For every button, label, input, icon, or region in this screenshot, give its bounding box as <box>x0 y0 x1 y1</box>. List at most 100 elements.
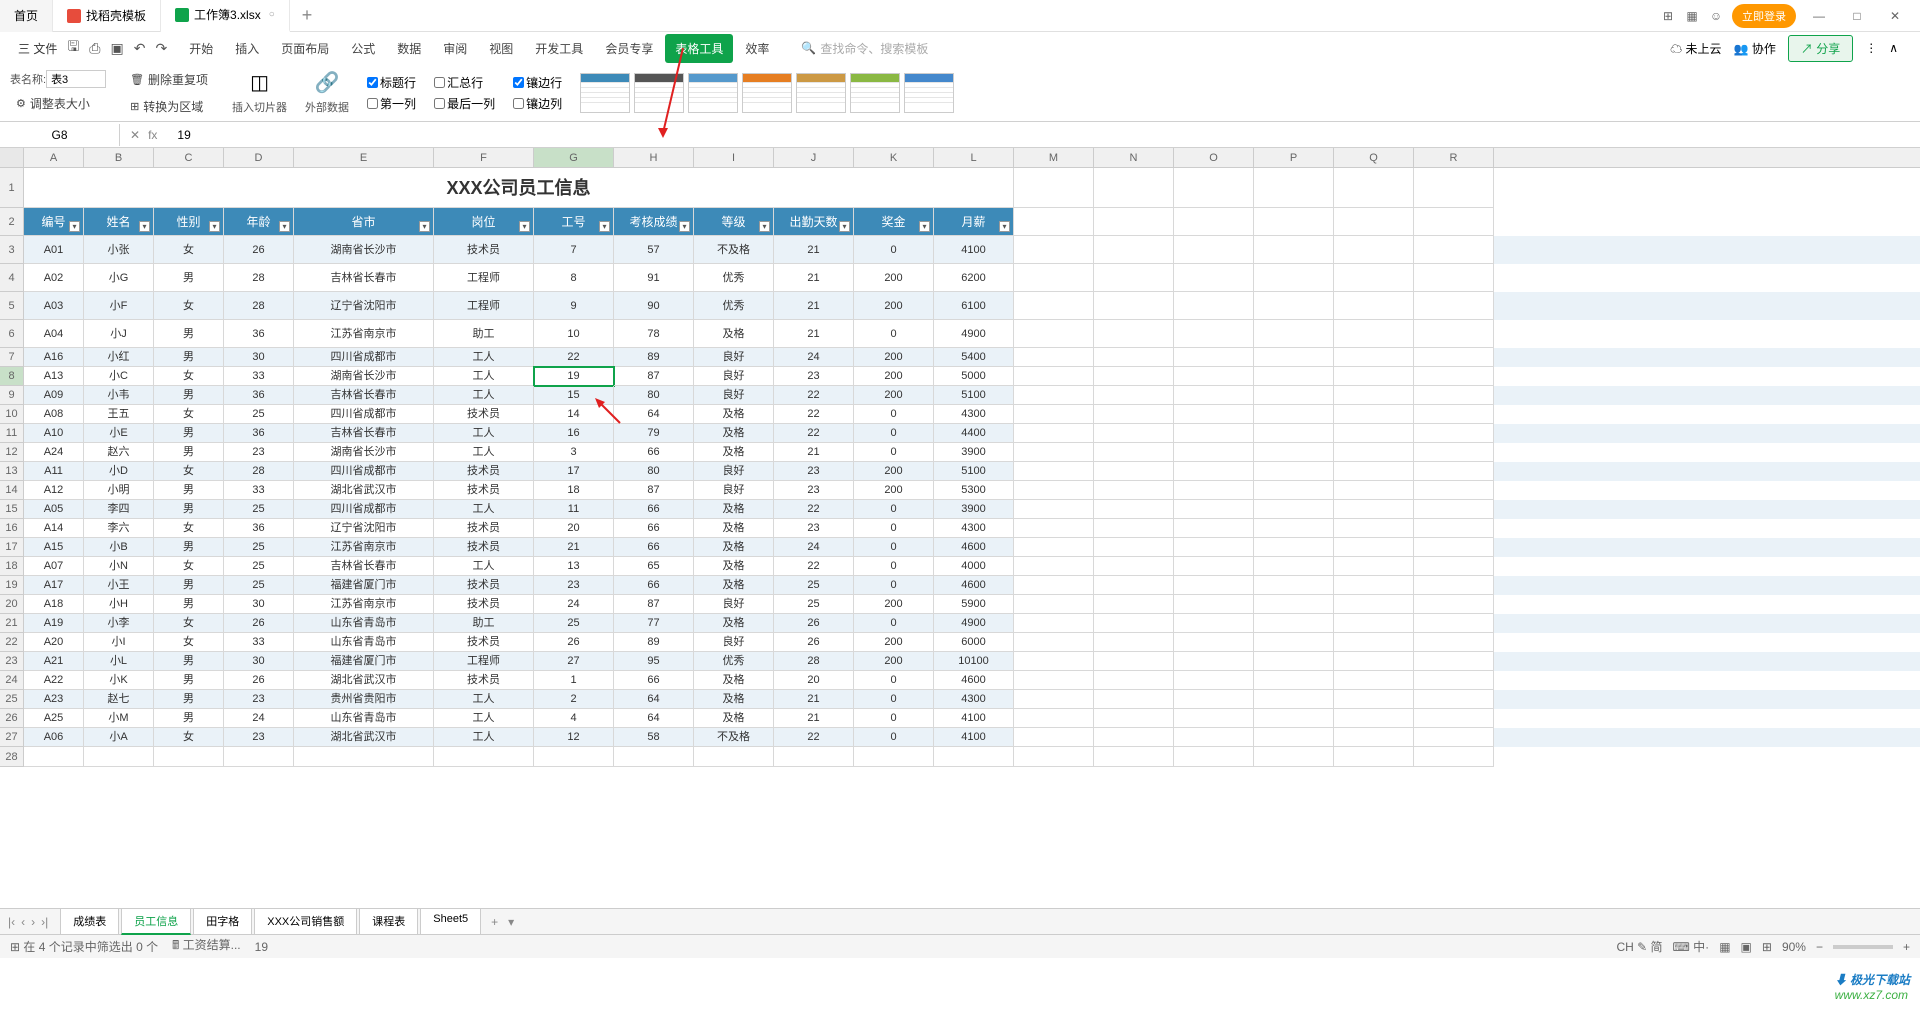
cell[interactable] <box>1334 424 1414 443</box>
th-2[interactable]: 性别▾ <box>154 208 224 236</box>
row-header-19[interactable]: 19 <box>0 576 24 595</box>
cell-14-11[interactable]: 5300 <box>934 481 1014 500</box>
cell-26-7[interactable]: 64 <box>614 709 694 728</box>
cell-22-3[interactable]: 33 <box>224 633 294 652</box>
row-header-27[interactable]: 27 <box>0 728 24 747</box>
filter-icon[interactable]: ▾ <box>599 221 610 232</box>
cell-5-10[interactable]: 200 <box>854 292 934 320</box>
table-name-input[interactable] <box>46 70 106 88</box>
cell-20-8[interactable]: 良好 <box>694 595 774 614</box>
cell-22-11[interactable]: 6000 <box>934 633 1014 652</box>
sheet-tab-0[interactable]: 成绩表 <box>60 908 119 935</box>
cell-20-10[interactable]: 200 <box>854 595 934 614</box>
cell[interactable] <box>1334 519 1414 538</box>
cell-16-5[interactable]: 技术员 <box>434 519 534 538</box>
cell-10-5[interactable]: 技术员 <box>434 405 534 424</box>
cell-5-5[interactable]: 工程师 <box>434 292 534 320</box>
cell[interactable] <box>154 747 224 767</box>
row-header-17[interactable]: 17 <box>0 538 24 557</box>
cell[interactable] <box>1414 671 1494 690</box>
cell-11-10[interactable]: 0 <box>854 424 934 443</box>
cell-27-10[interactable]: 0 <box>854 728 934 747</box>
cell-23-0[interactable]: A21 <box>24 652 84 671</box>
input-mode-icon[interactable]: ⌨ 中· <box>1673 938 1710 955</box>
cell[interactable] <box>1014 443 1094 462</box>
cell-4-10[interactable]: 200 <box>854 264 934 292</box>
cell-24-9[interactable]: 20 <box>774 671 854 690</box>
cell[interactable] <box>1174 690 1254 709</box>
cell-22-4[interactable]: 山东省青岛市 <box>294 633 434 652</box>
th-3[interactable]: 年龄▾ <box>224 208 294 236</box>
cell-21-3[interactable]: 26 <box>224 614 294 633</box>
cell[interactable] <box>1254 236 1334 264</box>
cell-9-3[interactable]: 36 <box>224 386 294 405</box>
cell[interactable] <box>1014 208 1094 236</box>
cell[interactable] <box>1174 236 1254 264</box>
cell[interactable] <box>1414 320 1494 348</box>
cell[interactable] <box>1254 443 1334 462</box>
cell[interactable] <box>1414 462 1494 481</box>
cell[interactable] <box>1414 519 1494 538</box>
cell[interactable] <box>1174 652 1254 671</box>
cell-7-0[interactable]: A16 <box>24 348 84 367</box>
cell-17-3[interactable]: 25 <box>224 538 294 557</box>
cell-25-9[interactable]: 21 <box>774 690 854 709</box>
row-header-9[interactable]: 9 <box>0 386 24 405</box>
cell-17-7[interactable]: 66 <box>614 538 694 557</box>
cell-9-11[interactable]: 5100 <box>934 386 1014 405</box>
cell-19-3[interactable]: 25 <box>224 576 294 595</box>
cell[interactable] <box>1414 236 1494 264</box>
cell[interactable] <box>1094 348 1174 367</box>
cell-8-7[interactable]: 87 <box>614 367 694 386</box>
cell[interactable] <box>1414 500 1494 519</box>
cell-19-1[interactable]: 小王 <box>84 576 154 595</box>
cell-27-9[interactable]: 22 <box>774 728 854 747</box>
cell-24-11[interactable]: 4600 <box>934 671 1014 690</box>
cell[interactable] <box>1014 348 1094 367</box>
cell-18-7[interactable]: 65 <box>614 557 694 576</box>
cell-12-11[interactable]: 3900 <box>934 443 1014 462</box>
cell-8-2[interactable]: 女 <box>154 367 224 386</box>
external-data-icon[interactable]: 🔗 <box>315 70 340 95</box>
cell-15-9[interactable]: 22 <box>774 500 854 519</box>
cell-3-4[interactable]: 湖南省长沙市 <box>294 236 434 264</box>
cell[interactable] <box>1174 168 1254 208</box>
cell-4-4[interactable]: 吉林省长春市 <box>294 264 434 292</box>
cell-24-2[interactable]: 男 <box>154 671 224 690</box>
cell-12-0[interactable]: A24 <box>24 443 84 462</box>
row-header-28[interactable]: 28 <box>0 747 24 767</box>
cell-7-8[interactable]: 良好 <box>694 348 774 367</box>
cell[interactable] <box>1094 208 1174 236</box>
cell-16-6[interactable]: 20 <box>534 519 614 538</box>
cell[interactable] <box>1094 292 1174 320</box>
cell-5-9[interactable]: 21 <box>774 292 854 320</box>
row-header-13[interactable]: 13 <box>0 462 24 481</box>
table-style-2[interactable] <box>688 73 738 113</box>
cell-12-4[interactable]: 湖南省长沙市 <box>294 443 434 462</box>
cell-14-6[interactable]: 18 <box>534 481 614 500</box>
menu-layout[interactable]: 页面布局 <box>271 34 339 63</box>
cell[interactable] <box>1094 500 1174 519</box>
menu-member[interactable]: 会员专享 <box>595 34 663 63</box>
cell[interactable] <box>1334 557 1414 576</box>
sheet-add-button[interactable]: + <box>483 915 506 929</box>
cell[interactable] <box>534 747 614 767</box>
cell[interactable] <box>1014 538 1094 557</box>
cell-20-9[interactable]: 25 <box>774 595 854 614</box>
cell-7-3[interactable]: 30 <box>224 348 294 367</box>
cell[interactable] <box>1334 728 1414 747</box>
cell-18-11[interactable]: 4000 <box>934 557 1014 576</box>
cell-13-6[interactable]: 17 <box>534 462 614 481</box>
sheet-tab-5[interactable]: Sheet5 <box>420 908 481 935</box>
cell[interactable] <box>1174 348 1254 367</box>
cell-4-7[interactable]: 91 <box>614 264 694 292</box>
cell-12-9[interactable]: 21 <box>774 443 854 462</box>
cell[interactable] <box>1254 709 1334 728</box>
cell-26-5[interactable]: 工人 <box>434 709 534 728</box>
cell[interactable] <box>1254 424 1334 443</box>
save-icon[interactable]: 🖫 <box>67 36 79 60</box>
cell[interactable] <box>1014 386 1094 405</box>
ime-status[interactable]: CH ✎ 简 <box>1616 938 1662 955</box>
cell-27-5[interactable]: 工人 <box>434 728 534 747</box>
table-style-4[interactable] <box>796 73 846 113</box>
